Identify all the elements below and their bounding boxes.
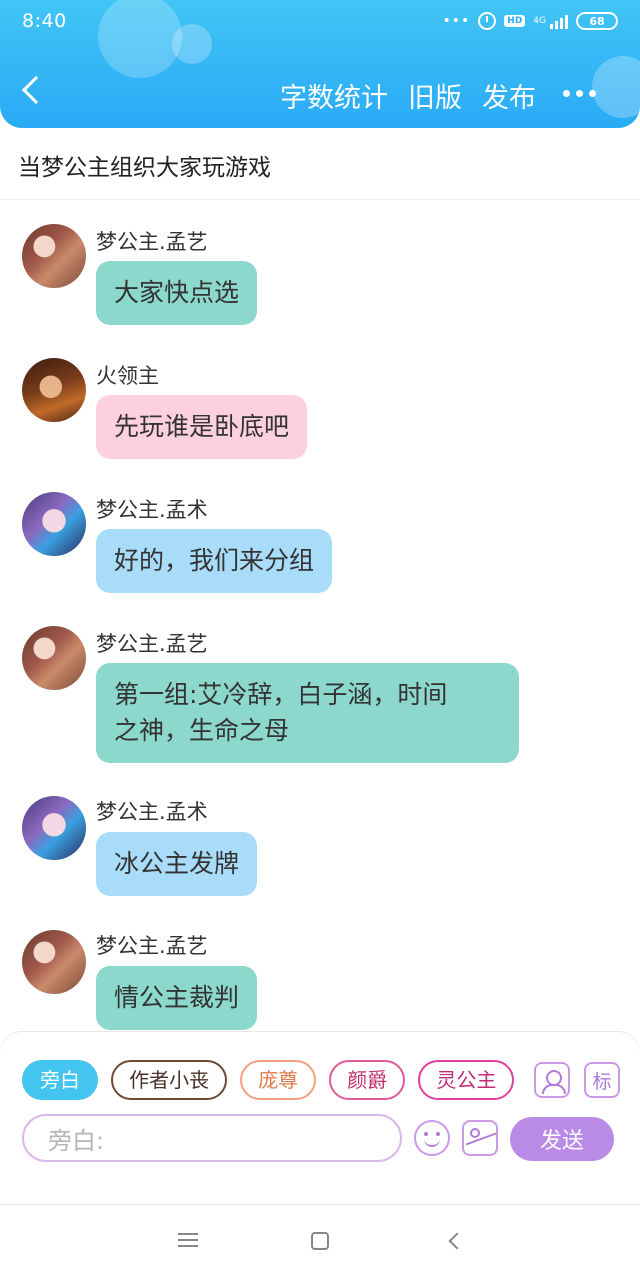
publish-button[interactable]: 发布 xyxy=(482,76,536,115)
message-bubble[interactable]: 冰公主发牌 xyxy=(96,832,258,896)
message-bubble[interactable]: 大家快点选 xyxy=(96,261,258,325)
mengyi-avatar[interactable] xyxy=(22,626,86,690)
mark-icon[interactable]: 标 xyxy=(584,1062,620,1098)
role-tag-narration[interactable]: 旁白 xyxy=(22,1060,98,1100)
message-line: 第一组:艾冷辞，白子涵，时间 xyxy=(114,680,448,709)
alarm-icon xyxy=(478,12,497,30)
message-bubble[interactable]: 好的，我们来分组 xyxy=(96,529,333,593)
status-time: 8:40 xyxy=(22,10,67,32)
sender-name: 梦公主.孟术 xyxy=(96,498,208,522)
message-bubble[interactable]: 情公主裁判 xyxy=(96,966,258,1030)
network-label: 4G xyxy=(533,15,546,26)
message-line: 之神，生命之母 xyxy=(114,716,290,745)
huo-avatar[interactable] xyxy=(22,358,86,422)
sender-name: 梦公主.孟术 xyxy=(96,800,208,824)
notification-dots-icon: ••• xyxy=(442,13,471,29)
emoji-icon[interactable] xyxy=(414,1120,450,1156)
status-bar: 8:40 ••• HD 4G 68 xyxy=(0,0,640,44)
story-title[interactable]: 当梦公主组织大家玩游戏 xyxy=(18,148,271,182)
sender-name: 梦公主.孟艺 xyxy=(96,230,208,254)
mengyi-avatar[interactable] xyxy=(22,930,86,994)
role-tag-yanjue[interactable]: 颜爵 xyxy=(329,1060,406,1100)
role-tag-linggongzhu[interactable]: 灵公主 xyxy=(418,1060,515,1100)
contact-icon[interactable] xyxy=(534,1062,570,1098)
battery-icon: 68 xyxy=(576,12,618,30)
sender-name: 火领主 xyxy=(96,364,159,388)
role-tag-author[interactable]: 作者小丧 xyxy=(111,1060,228,1100)
message-bubble[interactable]: 第一组:艾冷辞，白子涵，时间 之神，生命之母 xyxy=(96,663,519,763)
sender-name: 梦公主.孟艺 xyxy=(96,934,208,958)
header-actions: 字数统计 旧版 发布 xyxy=(280,76,536,115)
image-icon[interactable] xyxy=(462,1120,498,1156)
mengshu-avatar[interactable] xyxy=(22,796,86,860)
role-tags[interactable]: 旁白 作者小丧 庞尊 颜爵 灵公主 xyxy=(22,1060,522,1100)
menu-icon[interactable] xyxy=(178,1233,198,1247)
mengyi-avatar[interactable] xyxy=(22,224,86,288)
mengshu-avatar[interactable] xyxy=(22,492,86,556)
more-icon[interactable] xyxy=(563,90,596,97)
message-bubble[interactable]: 先玩谁是卧底吧 xyxy=(96,395,308,459)
message-input[interactable]: 旁白: xyxy=(22,1114,402,1162)
status-icons: ••• HD 4G 68 xyxy=(442,12,618,30)
old-version-button[interactable]: 旧版 xyxy=(408,76,462,115)
send-button[interactable]: 发送 xyxy=(510,1117,614,1161)
word-count-button[interactable]: 字数统计 xyxy=(280,76,388,115)
signal-icon xyxy=(550,13,568,29)
role-tag-pangzun[interactable]: 庞尊 xyxy=(240,1060,317,1100)
home-icon[interactable] xyxy=(311,1232,329,1250)
back-icon[interactable] xyxy=(21,75,51,105)
app-header: 8:40 ••• HD 4G 68 字数统计 旧版 发布 xyxy=(0,0,640,128)
decorative-bubble xyxy=(592,56,640,118)
message-list[interactable]: 梦公主.孟艺 大家快点选 火领主 先玩谁是卧底吧 梦公主.孟术 好的，我们来分组… xyxy=(0,200,640,1032)
hd-icon: HD xyxy=(504,15,526,27)
input-placeholder: 旁白: xyxy=(48,1126,105,1155)
sender-name: 梦公主.孟艺 xyxy=(96,632,208,656)
